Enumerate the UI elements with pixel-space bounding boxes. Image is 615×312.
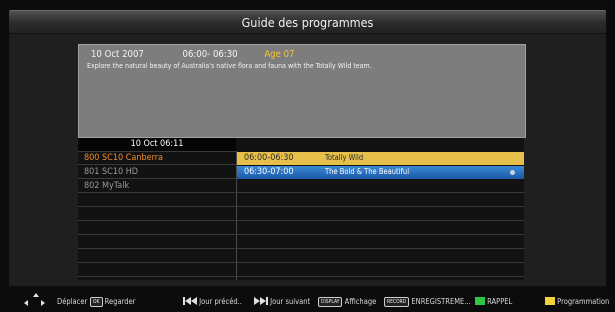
hint-next-day-label: Jour suivant (270, 297, 311, 306)
hint-reminder: RAPPEL (475, 297, 512, 306)
epg-row (78, 264, 524, 277)
hint-watch-label: Regarder (104, 297, 136, 306)
info-date: 10 Oct 2007 (91, 49, 144, 60)
hint-record: RECORD ENREGISTREME... (384, 297, 471, 307)
info-description: Explore the natural beauty of Australia'… (87, 62, 372, 70)
timebar-label: 10 Oct 06:11 (78, 138, 236, 152)
title-bar: Guide des programmes (9, 10, 606, 34)
program-time: 06:30-07:00 (244, 167, 294, 177)
program-info-panel: 10 Oct 2007 06:00- 06:30 Age 07 Explore … (78, 44, 526, 138)
epg-row[interactable]: 801 SC10 HD 06:30-07:00 The Bold & The B… (78, 166, 524, 179)
info-header: 10 Oct 2007 06:00- 06:30 Age 07 (91, 49, 304, 60)
program-cell-focused[interactable]: 06:30-07:00 The Bold & The Beautiful (237, 166, 524, 179)
epg-row (78, 250, 524, 263)
skip-back-icon (183, 297, 197, 305)
epg-row (78, 208, 524, 221)
display-key-icon: DISPLAY (318, 297, 343, 307)
hint-prev-day: Jour précéd.. (183, 297, 242, 306)
hint-watch: OK Regarder (90, 297, 135, 307)
hint-record-label: ENREGISTREME... (411, 297, 471, 306)
epg-row (78, 236, 524, 249)
skip-forward-icon (254, 297, 268, 305)
hint-move: Déplacer (57, 297, 88, 306)
hint-schedule: Programmation (545, 297, 609, 306)
epg-row[interactable]: 802 MyTalk (78, 180, 524, 193)
channel-item-800[interactable]: 800 SC10 Canberra (84, 153, 163, 163)
info-time: 06:00- 06:30 (182, 49, 238, 60)
hint-prev-day-label: Jour précéd.. (199, 297, 242, 306)
hint-display-label: Affichage (344, 297, 377, 306)
program-time: 06:00-06:30 (244, 153, 294, 163)
key-hints-bar: Déplacer OK Regarder Jour précéd.. Jour … (0, 288, 615, 312)
green-key-icon (475, 297, 485, 305)
hint-reminder-label: RAPPEL (487, 297, 513, 306)
program-name: Totally Wild (325, 153, 364, 162)
page-title: Guide des programmes (241, 15, 374, 30)
hint-schedule-label: Programmation (557, 297, 610, 306)
yellow-key-icon (545, 297, 555, 305)
ok-key-icon: OK (90, 297, 103, 307)
record-dot-icon (510, 170, 515, 175)
epg-row (78, 194, 524, 207)
channel-item-801[interactable]: 801 SC10 HD (84, 167, 138, 177)
hint-next-day: Jour suivant (254, 297, 310, 306)
epg-grid: 10 Oct 06:11 800 SC10 Canberra 06:00-06:… (78, 138, 524, 280)
info-age-rating: Age 07 (264, 49, 295, 60)
channel-item-802[interactable]: 802 MyTalk (84, 181, 129, 191)
navigation-arrows-icon (22, 291, 48, 311)
epg-row[interactable]: 800 SC10 Canberra 06:00-06:30 Totally Wi… (78, 152, 524, 165)
program-name: The Bold & The Beautiful (325, 167, 410, 176)
program-cell-current[interactable]: 06:00-06:30 Totally Wild (237, 152, 524, 165)
hint-display: DISPLAY Affichage (318, 297, 376, 307)
record-key-icon: RECORD (384, 297, 410, 307)
epg-row (78, 222, 524, 235)
